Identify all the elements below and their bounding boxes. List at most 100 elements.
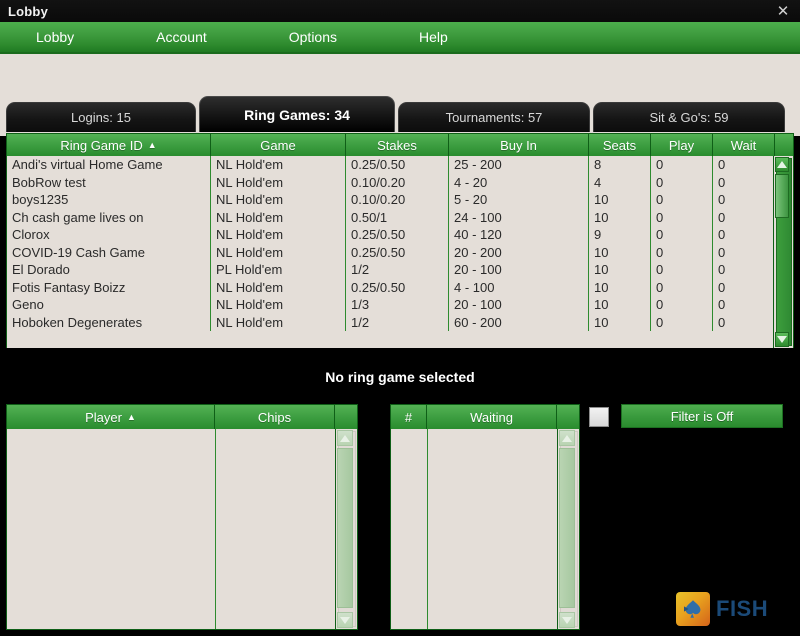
scroll-up-arrow-icon[interactable] xyxy=(337,430,353,446)
waiting-panel-body xyxy=(391,429,579,629)
cell-id: Ch cash game lives on xyxy=(7,208,211,226)
tab-ring-games[interactable]: Ring Games: 34 xyxy=(199,96,395,132)
column-header-seats[interactable]: Seats xyxy=(589,134,651,156)
cell-stakes: 0.25/0.50 xyxy=(346,243,449,261)
scrollbar-thumb[interactable] xyxy=(775,174,789,218)
table-row[interactable]: Hoboken Degenerates NL Hold'em 1/2 60 - 200… xyxy=(7,313,793,331)
player-panel-body xyxy=(7,429,357,629)
menu-item-help[interactable]: Help xyxy=(409,22,458,52)
cell-play: 0 xyxy=(651,243,713,261)
tab-tournaments[interactable]: Tournaments: 57 xyxy=(398,102,590,132)
menu-item-lobby[interactable]: Lobby xyxy=(26,22,84,52)
table-row[interactable]: COVID-19 Cash Game NL Hold'em 0.25/0.50 20 … xyxy=(7,243,793,261)
cell-wait: 0 xyxy=(713,191,775,209)
cell-wait: 0 xyxy=(713,156,775,174)
scroll-down-arrow-icon[interactable] xyxy=(337,612,353,628)
cell-wait: 0 xyxy=(713,226,775,244)
cell-play: 0 xyxy=(651,191,713,209)
tab-bar: Logins: 15 Ring Games: 34 Tournaments: 5… xyxy=(0,96,800,132)
scrollbar-thumb[interactable] xyxy=(559,448,575,608)
cell-buyin: 20 - 100 xyxy=(449,261,589,279)
tab-sit-and-gos[interactable]: Sit & Go's: 59 xyxy=(593,102,785,132)
scroll-down-arrow-icon[interactable] xyxy=(559,612,575,628)
column-header-ring-game-id[interactable]: Ring Game ID ▲ xyxy=(7,134,211,156)
table-row[interactable]: Geno NL Hold'em 1/3 20 - 100 10 0 0 xyxy=(7,296,793,314)
waiting-list-scrollbar[interactable] xyxy=(557,429,579,629)
cell-id: Andi's virtual Home Game xyxy=(7,156,211,174)
fish-logo-text: FISH xyxy=(716,596,769,621)
title-bar: Lobby ✕ xyxy=(0,0,800,22)
cell-seats: 10 xyxy=(589,208,651,226)
player-list-scrollbar[interactable] xyxy=(335,429,357,629)
cell-play: 0 xyxy=(651,156,713,174)
cell-game: NL Hold'em xyxy=(211,226,346,244)
menu-item-account[interactable]: Account xyxy=(146,22,217,52)
column-header-game[interactable]: Game xyxy=(211,134,346,156)
column-header-chips[interactable]: Chips xyxy=(215,405,335,429)
cell-wait: 0 xyxy=(713,243,775,261)
cell-buyin: 20 - 200 xyxy=(449,243,589,261)
table-row[interactable]: Clorox NL Hold'em 0.25/0.50 40 - 120 9 0 0 xyxy=(7,226,793,244)
column-header-buy-in[interactable]: Buy In xyxy=(449,134,589,156)
cell-stakes: 0.10/0.20 xyxy=(346,191,449,209)
table-row[interactable]: BobRow test NL Hold'em 0.10/0.20 4 - 20 4 0 0 xyxy=(7,173,793,191)
scroll-up-arrow-icon[interactable] xyxy=(775,157,789,172)
cell-game: NL Hold'em xyxy=(211,296,346,314)
menu-item-options[interactable]: Options xyxy=(279,22,347,52)
column-header-spacer xyxy=(335,405,357,429)
column-header-label: Player xyxy=(85,409,122,425)
cell-wait: 0 xyxy=(713,278,775,296)
cell-game: PL Hold'em xyxy=(211,261,346,279)
spade-icon xyxy=(676,592,710,626)
cell-seats: 10 xyxy=(589,191,651,209)
window-title: Lobby xyxy=(8,3,48,19)
cell-seats: 10 xyxy=(589,296,651,314)
ring-games-scrollbar[interactable] xyxy=(773,156,793,348)
cell-play: 0 xyxy=(651,313,713,331)
cell-wait: 0 xyxy=(713,313,775,331)
cell-seats: 8 xyxy=(589,156,651,174)
cell-game: NL Hold'em xyxy=(211,278,346,296)
scrollbar-thumb[interactable] xyxy=(337,448,353,608)
filter-checkbox[interactable] xyxy=(589,407,609,427)
cell-stakes: 0.25/0.50 xyxy=(346,278,449,296)
cell-id: El Dorado xyxy=(7,261,211,279)
table-row[interactable]: Fotis Fantasy Boizz NL Hold'em 0.25/0.50 4 … xyxy=(7,278,793,296)
column-header-waiting[interactable]: Waiting xyxy=(427,405,557,429)
cell-buyin: 60 - 200 xyxy=(449,313,589,331)
column-header-player[interactable]: Player ▲ xyxy=(7,405,215,429)
column-header-play[interactable]: Play xyxy=(651,134,713,156)
cell-seats: 10 xyxy=(589,261,651,279)
cell-id: Geno xyxy=(7,296,211,314)
cell-buyin: 40 - 120 xyxy=(449,226,589,244)
table-row[interactable]: El Dorado PL Hold'em 1/2 20 - 100 10 0 0 xyxy=(7,261,793,279)
ring-games-table-body: Andi's virtual Home Game NL Hold'em 0.25/0… xyxy=(7,156,793,348)
tab-logins[interactable]: Logins: 15 xyxy=(6,102,196,132)
column-divider xyxy=(215,429,216,629)
scroll-down-arrow-icon[interactable] xyxy=(775,332,789,347)
cell-wait: 0 xyxy=(713,208,775,226)
column-header-stakes[interactable]: Stakes xyxy=(346,134,449,156)
cell-id: BobRow test xyxy=(7,173,211,191)
cell-seats: 4 xyxy=(589,173,651,191)
filter-toggle-button[interactable]: Filter is Off xyxy=(621,404,783,428)
cell-game: NL Hold'em xyxy=(211,156,346,174)
scroll-up-arrow-icon[interactable] xyxy=(559,430,575,446)
player-panel-header: Player ▲ Chips xyxy=(7,405,357,429)
table-row[interactable]: Andi's virtual Home Game NL Hold'em 0.25/0… xyxy=(7,156,793,174)
cell-stakes: 0.10/0.20 xyxy=(346,173,449,191)
close-icon[interactable]: ✕ xyxy=(772,1,794,21)
table-row[interactable]: Ch cash game lives on NL Hold'em 0.50/1 24 … xyxy=(7,208,793,226)
menu-bar: Lobby Account Options Help xyxy=(0,22,800,54)
table-row[interactable]: boys1235 NL Hold'em 0.10/0.20 5 - 20 10 0 0 xyxy=(7,191,793,209)
cell-buyin: 4 - 20 xyxy=(449,173,589,191)
column-header-spacer xyxy=(775,134,793,156)
status-message: No ring game selected xyxy=(0,360,800,394)
column-header-number[interactable]: # xyxy=(391,405,427,429)
cell-seats: 9 xyxy=(589,226,651,244)
cell-game: NL Hold'em xyxy=(211,191,346,209)
column-header-wait[interactable]: Wait xyxy=(713,134,775,156)
sort-ascending-icon: ▲ xyxy=(147,140,157,150)
column-header-spacer xyxy=(557,405,579,429)
cell-buyin: 25 - 200 xyxy=(449,156,589,174)
